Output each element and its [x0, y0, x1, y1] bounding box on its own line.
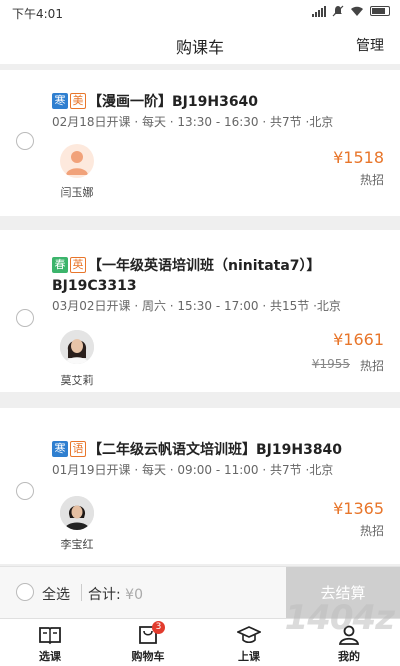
original-price: ¥1955 [311, 357, 350, 371]
hot-label: 热招 [359, 524, 384, 538]
tab-label: 购物车 [131, 650, 165, 663]
person-placeholder-icon [66, 151, 88, 175]
course-card-3[interactable]: 寒语【二年级云帆语文培训班】BJ19H3840 01月19日开课 · 每天 · … [0, 408, 400, 564]
status-time: 下午4:01 [12, 7, 63, 21]
teacher-avatar [60, 330, 94, 364]
signal-icon [312, 5, 326, 17]
course-price: ¥1661 [333, 330, 384, 349]
season-tag: 寒 [52, 441, 68, 457]
teacher-name: 闫玉娜 [60, 186, 94, 199]
course-price: ¥1518 [333, 148, 384, 167]
course-select-radio[interactable] [16, 309, 34, 327]
book-icon [39, 627, 61, 645]
total-label: 合计: [88, 587, 121, 603]
subject-tag: 英 [70, 257, 86, 273]
subject-tag: 语 [70, 441, 86, 457]
total-price: 合计: ¥0 [88, 584, 143, 604]
course-schedule: 02月18日开课 · 每天 · 13:30 - 16:30 · 共7节 ·北京 [52, 115, 334, 129]
mute-icon [332, 5, 344, 17]
season-tag: 寒 [52, 93, 68, 109]
divider [81, 584, 82, 601]
teacher-avatar [60, 496, 94, 530]
course-title: 寒美【漫画一阶】BJ19H3640 [52, 92, 386, 112]
select-all-label[interactable]: 全选 [42, 584, 70, 604]
hot-label: 热招 [359, 173, 384, 187]
course-card-2[interactable]: 春英【一年级英语培训班（ninitata7）】 BJ19C3313 03月02日… [0, 230, 400, 392]
course-price: ¥1365 [333, 499, 384, 518]
select-all-radio[interactable] [16, 583, 34, 601]
wifi-icon [351, 6, 363, 16]
course-title: 春英【一年级英语培训班（ninitata7）】 BJ19C3313 [52, 256, 386, 296]
course-title-code: BJ19C3313 [52, 278, 137, 294]
tab-cart[interactable]: 3 购物车 [108, 619, 188, 666]
battery-icon [370, 6, 390, 16]
watermark: 1404z [284, 598, 395, 638]
graduation-cap-icon [237, 626, 261, 644]
course-select-radio[interactable] [16, 482, 34, 500]
tab-label: 上课 [238, 650, 260, 663]
status-icons [312, 5, 390, 17]
tab-class[interactable]: 上课 [209, 619, 289, 666]
course-title-text: 【一年级英语培训班（ninitata7）】 [88, 258, 321, 274]
page-title: 购课车 [175, 38, 224, 57]
tab-label: 选课 [39, 650, 61, 663]
manage-button[interactable]: 管理 [356, 35, 384, 55]
teacher-photo [60, 330, 94, 364]
teacher-avatar [60, 144, 94, 178]
teacher-name: 李宝红 [60, 538, 94, 551]
subject-tag: 美 [70, 93, 86, 109]
course-schedule: 01月19日开课 · 每天 · 09:00 - 11:00 · 共7节 ·北京 [52, 463, 334, 477]
teacher-photo [60, 496, 94, 530]
season-tag: 春 [52, 257, 68, 273]
tab-select-course[interactable]: 选课 [10, 619, 90, 666]
cart-badge: 3 [152, 621, 165, 634]
hot-label: 热招 [359, 359, 384, 373]
tab-label: 我的 [338, 650, 360, 663]
course-title-text: 【漫画一阶】BJ19H3640 [88, 94, 259, 110]
course-schedule: 03月02日开课 · 周六 · 15:30 - 17:00 · 共15节 ·北京 [52, 299, 341, 313]
teacher-name: 莫艾莉 [60, 374, 94, 387]
status-bar: 下午4:01 [0, 0, 400, 24]
course-title: 寒语【二年级云帆语文培训班】BJ19H3840 [52, 440, 386, 460]
course-select-radio[interactable] [16, 132, 34, 150]
total-value: ¥0 [125, 587, 143, 603]
nav-bar: 购课车 管理 [0, 24, 400, 64]
course-title-text: 【二年级云帆语文培训班】BJ19H3840 [88, 442, 343, 458]
course-card-1[interactable]: 寒美【漫画一阶】BJ19H3640 02月18日开课 · 每天 · 13:30 … [0, 70, 400, 216]
